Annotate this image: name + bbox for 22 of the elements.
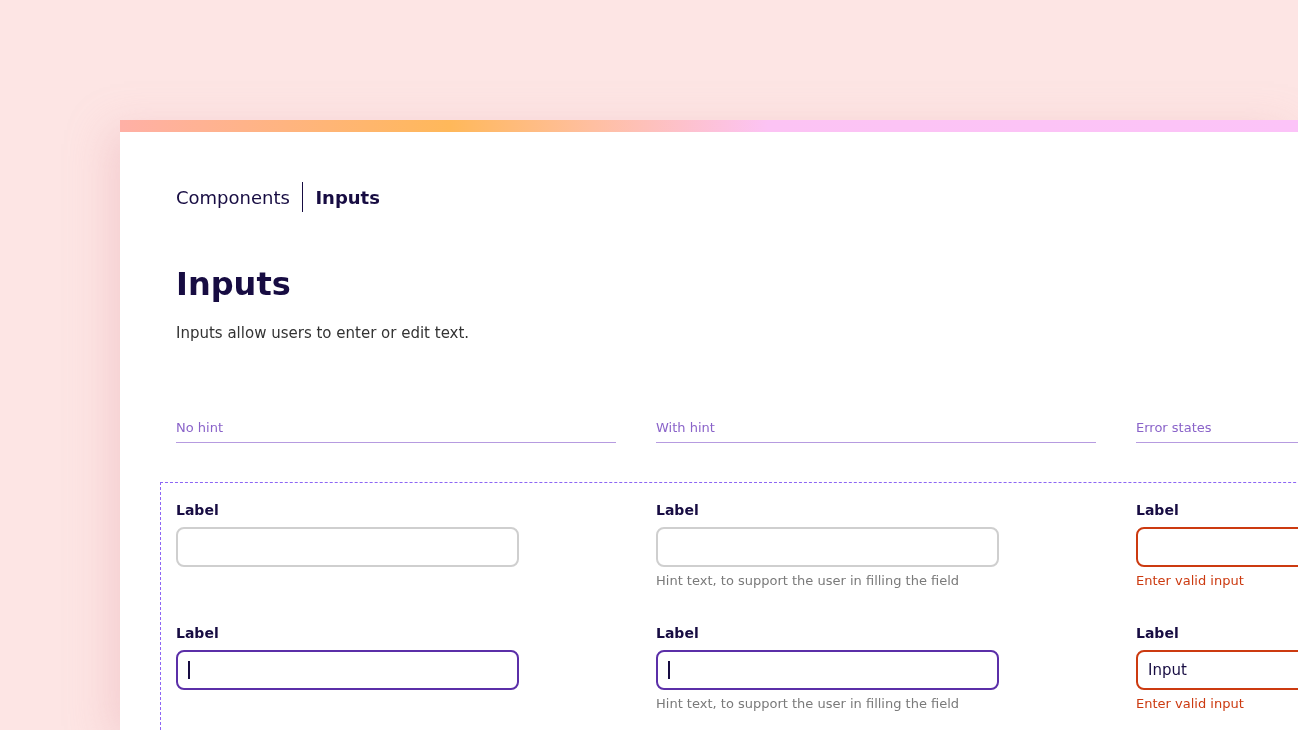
input-field[interactable]: Input (1136, 650, 1298, 690)
error-message: Enter valid input (1136, 573, 1244, 589)
field-label: Label (656, 501, 699, 519)
section-heading: With hint (656, 420, 1096, 443)
hint-text: Hint text, to support the user in filling the field (656, 696, 960, 712)
error-message: Enter valid input (1136, 696, 1244, 712)
text-cursor (668, 661, 670, 679)
field-label: Label (176, 624, 219, 642)
page-title: Inputs (176, 264, 292, 304)
breadcrumb-current: Inputs (315, 186, 380, 208)
text-cursor (188, 661, 190, 679)
page-description: Inputs allow users to enter or edit text. (176, 324, 470, 342)
input-field[interactable] (176, 650, 519, 690)
section-heading: Error states (1136, 420, 1298, 443)
input-field[interactable] (656, 650, 999, 690)
field-label: Label (656, 624, 699, 642)
breadcrumb-link[interactable]: Components (176, 186, 290, 208)
field-label: Label (176, 501, 219, 519)
field-label: Label (1136, 501, 1179, 519)
hint-text: Hint text, to support the user in filling the field (656, 573, 960, 589)
section-heading: No hint (176, 420, 616, 443)
field-label: Label (1136, 624, 1179, 642)
